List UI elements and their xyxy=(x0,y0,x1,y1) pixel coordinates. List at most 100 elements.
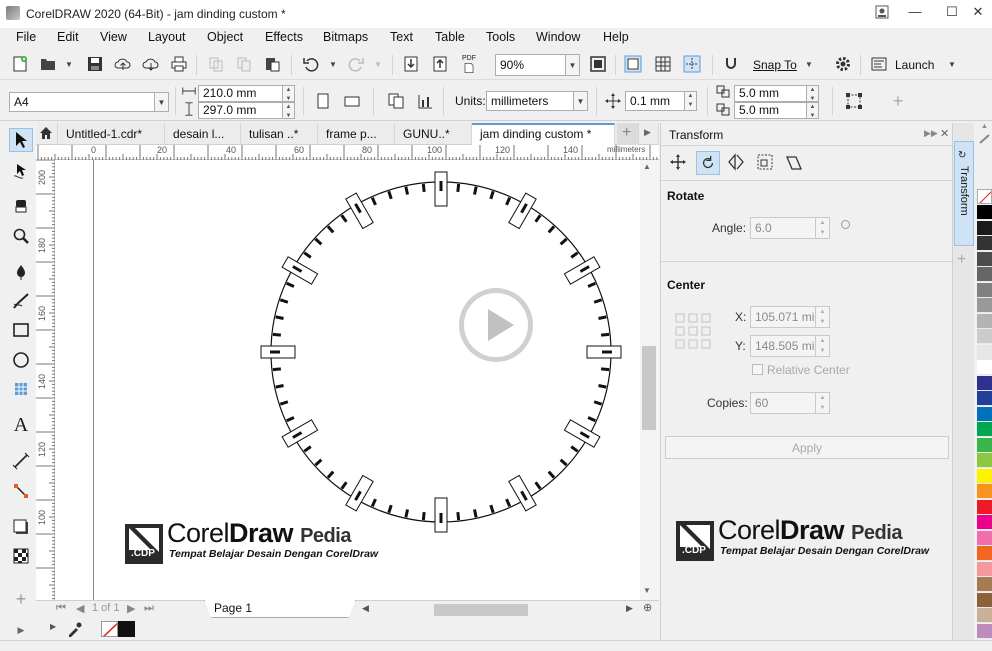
skew-mode-icon[interactable] xyxy=(785,153,805,173)
full-screen-preview-icon[interactable] xyxy=(587,53,609,75)
minute-tick[interactable] xyxy=(559,237,568,246)
minute-tick[interactable] xyxy=(505,498,512,507)
duplicate-x-field[interactable]: 5.0 mm xyxy=(734,85,807,102)
palette-expand-icon[interactable]: ▶ xyxy=(50,622,56,631)
minute-tick[interactable] xyxy=(326,470,335,479)
hour-marker[interactable] xyxy=(434,497,448,533)
palette-no-color[interactable] xyxy=(977,189,992,204)
add-toolbar-item-icon[interactable]: + xyxy=(887,90,909,112)
hour-marker[interactable] xyxy=(260,345,296,359)
menu-window[interactable]: Window xyxy=(536,30,580,44)
palette-swatch[interactable] xyxy=(977,298,992,313)
minute-tick[interactable] xyxy=(547,470,556,479)
menu-table[interactable]: Table xyxy=(435,30,465,44)
hour-marker[interactable] xyxy=(586,345,622,359)
video-play-button[interactable] xyxy=(459,288,533,362)
first-page-icon[interactable]: ⏮ xyxy=(56,602,66,615)
menu-file[interactable]: File xyxy=(16,30,36,44)
palette-swatch[interactable] xyxy=(977,468,992,484)
palette-swatch[interactable] xyxy=(977,282,992,298)
minute-tick[interactable] xyxy=(326,225,335,234)
palette-swatch[interactable] xyxy=(977,608,992,623)
minute-tick[interactable] xyxy=(370,197,377,206)
palette-swatch[interactable] xyxy=(977,329,992,344)
redo-dropdown-icon[interactable]: ▼ xyxy=(374,60,382,69)
minute-tick[interactable] xyxy=(314,458,323,467)
minute-tick[interactable] xyxy=(593,298,603,304)
palette-swatch[interactable] xyxy=(977,546,992,561)
transparency-tool-icon[interactable] xyxy=(9,544,33,568)
menu-bitmaps[interactable]: Bitmaps xyxy=(323,30,368,44)
portrait-icon[interactable] xyxy=(312,90,334,112)
minute-tick[interactable] xyxy=(340,214,348,223)
docker-close-icon[interactable]: ✕ xyxy=(940,127,949,140)
page-size-select[interactable]: A4 xyxy=(9,92,155,112)
new-document-icon[interactable] xyxy=(9,53,31,75)
tabs-scroll-icon[interactable]: ▶ xyxy=(640,123,659,145)
minute-tick[interactable] xyxy=(570,251,579,259)
cloud-upload-icon[interactable] xyxy=(112,53,134,75)
landscape-icon[interactable] xyxy=(341,90,363,112)
minute-tick[interactable] xyxy=(534,481,542,490)
center-x-spinner[interactable]: ▲ ▼ xyxy=(816,306,830,328)
palette-swatch[interactable] xyxy=(977,592,992,608)
minute-tick[interactable] xyxy=(489,190,495,200)
center-y-field[interactable]: 148.505 mi xyxy=(750,335,816,357)
size-mode-icon[interactable] xyxy=(756,153,776,173)
menu-object[interactable]: Object xyxy=(207,30,243,44)
open-dropdown-icon[interactable]: ▼ xyxy=(65,60,73,69)
page-width-field[interactable]: 210.0 mm xyxy=(198,85,283,102)
prev-page-icon[interactable]: ◀ xyxy=(76,602,84,615)
palette-swatch[interactable] xyxy=(977,499,992,515)
palette-swatch[interactable] xyxy=(977,453,992,468)
add-docker-icon[interactable]: + xyxy=(957,251,966,269)
duplicate-y-field[interactable]: 5.0 mm xyxy=(734,102,807,119)
launch-label[interactable]: Launch xyxy=(895,58,934,72)
drop-shadow-tool-icon[interactable] xyxy=(9,515,33,539)
paste-icon[interactable] xyxy=(261,53,283,75)
minute-tick[interactable] xyxy=(279,400,289,406)
minute-tick[interactable] xyxy=(505,197,512,206)
open-folder-icon[interactable] xyxy=(37,53,59,75)
tab-frame[interactable]: frame p... xyxy=(318,123,395,145)
minute-tick[interactable] xyxy=(387,504,393,514)
black-swatch[interactable] xyxy=(118,621,135,637)
drawing-canvas[interactable]: .CDP CorelDraw Pedia Tempat Belajar Desa… xyxy=(55,160,640,600)
pick-tool-icon[interactable] xyxy=(9,128,33,152)
position-mode-icon[interactable] xyxy=(669,153,689,173)
palette-swatch[interactable] xyxy=(977,205,992,220)
maximize-button[interactable]: ☐ xyxy=(942,4,962,22)
show-guidelines-icon[interactable] xyxy=(681,53,703,75)
ellipse-tool-icon[interactable] xyxy=(9,348,33,372)
tab-gunu[interactable]: GUNU..* xyxy=(395,123,472,145)
palette-swatch[interactable] xyxy=(977,422,992,437)
scale-mirror-mode-icon[interactable] xyxy=(727,153,747,173)
publish-pdf-icon[interactable]: PDF xyxy=(458,53,480,75)
customize-toolbox-icon[interactable]: + xyxy=(9,587,33,611)
print-icon[interactable] xyxy=(168,53,190,75)
minute-tick[interactable] xyxy=(279,298,289,304)
relative-center-checkbox[interactable] xyxy=(752,364,763,375)
zoom-tool-icon[interactable] xyxy=(9,224,33,248)
palette-eyedropper-icon[interactable] xyxy=(977,133,992,144)
text-tool-icon[interactable]: A xyxy=(9,413,33,437)
minute-tick[interactable] xyxy=(593,400,603,406)
duplicate-x-spinner[interactable]: ▲ ▼ xyxy=(807,85,819,102)
minute-tick[interactable] xyxy=(421,511,426,521)
palette-swatch[interactable] xyxy=(977,313,992,329)
undo-icon[interactable] xyxy=(300,53,322,75)
minute-tick[interactable] xyxy=(570,445,579,453)
redo-icon[interactable] xyxy=(345,53,367,75)
toolbox-overflow-icon[interactable]: ▶ xyxy=(9,618,33,642)
minute-tick[interactable] xyxy=(473,186,478,195)
minute-tick[interactable] xyxy=(303,445,312,453)
scroll-right-icon[interactable]: ▶ xyxy=(626,603,633,614)
palette-swatch[interactable] xyxy=(977,220,992,236)
minute-tick[interactable] xyxy=(404,186,409,195)
export-icon[interactable] xyxy=(429,53,451,75)
palette-swatch[interactable] xyxy=(977,561,992,577)
duplicate-y-spinner[interactable]: ▲ ▼ xyxy=(807,102,819,119)
graph-paper-tool-icon[interactable] xyxy=(9,377,33,401)
artistic-media-tool-icon[interactable] xyxy=(9,289,33,313)
connector-tool-icon[interactable] xyxy=(9,479,33,503)
